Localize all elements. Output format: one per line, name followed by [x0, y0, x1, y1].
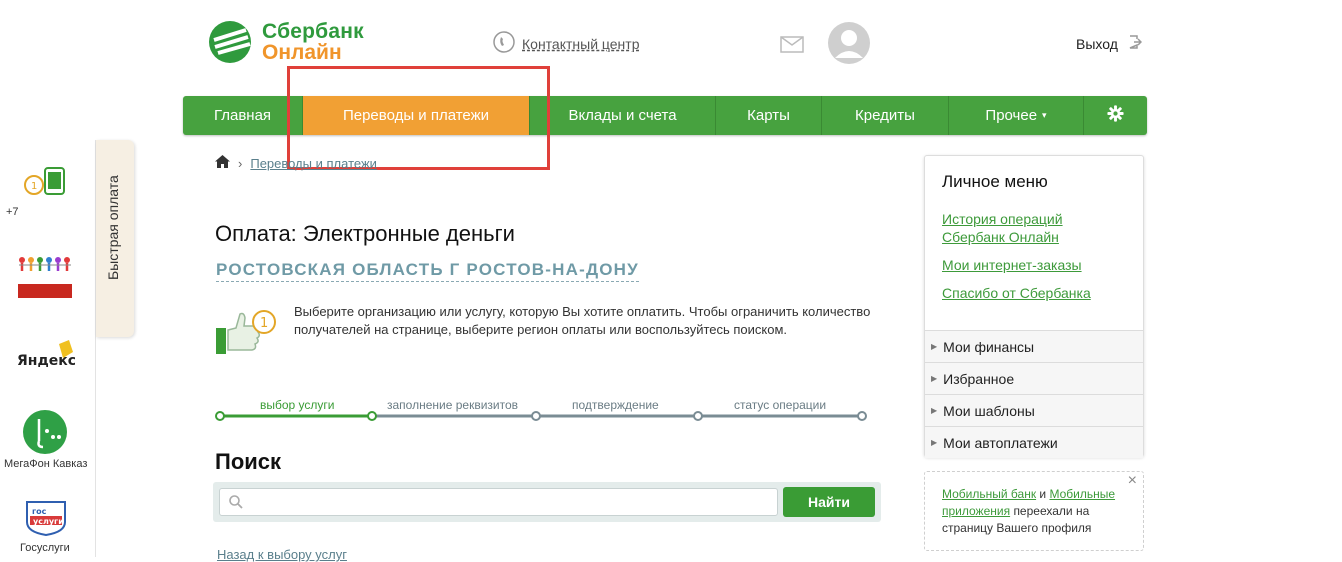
nav-other[interactable]: Прочее ▾	[949, 96, 1084, 135]
personal-menu: Личное меню История операций Сбербанк Он…	[924, 155, 1144, 458]
menu-section-label: Избранное	[943, 370, 1015, 387]
svg-text:гос: гос	[32, 507, 47, 516]
progress-steps: выбор услуги заполнение реквизитов подтв…	[215, 395, 870, 425]
mail-icon[interactable]	[780, 36, 804, 58]
mobile-bank-link[interactable]: Мобильный банк	[942, 487, 1036, 501]
thumbs-up-icon: 1	[214, 306, 278, 361]
internet-orders-link[interactable]: Мои интернет-заказы	[942, 256, 1082, 274]
breadcrumb-separator-icon: ›	[238, 155, 243, 171]
svg-text:1: 1	[31, 181, 37, 192]
avatar[interactable]	[828, 22, 870, 69]
logout-link[interactable]: Выход	[1076, 35, 1142, 52]
sberbank-logo-icon[interactable]	[208, 20, 254, 69]
region-selector[interactable]: РОСТОВСКАЯ ОБЛАСТЬ Г РОСТОВ-НА-ДОНУ	[216, 260, 639, 282]
gear-icon	[1107, 105, 1124, 126]
menu-section-templates[interactable]: ▶ Мои шаблоны	[925, 394, 1143, 426]
svg-text:услуги: услуги	[33, 517, 64, 526]
triangle-right-icon: ▶	[931, 342, 938, 351]
nav-cards[interactable]: Карты	[716, 96, 822, 135]
yandex-icon[interactable]: Яндекс	[17, 338, 76, 377]
step-label: подтверждение	[572, 398, 659, 412]
quick-pay-item-label: +7	[6, 206, 19, 218]
quick-pay-tab-label: Быстрая оплата	[105, 175, 121, 280]
nav-home[interactable]: Главная	[183, 96, 303, 135]
nav-cards-label: Карты	[747, 107, 790, 124]
menu-section-label: Мои автоплатежи	[943, 434, 1058, 451]
logout-label: Выход	[1076, 35, 1118, 52]
phone-icon[interactable]: 1	[22, 166, 66, 201]
triangle-right-icon: ▶	[931, 374, 938, 383]
search-icon	[229, 495, 243, 514]
nav-deposits-accounts[interactable]: Вклады и счета	[530, 96, 716, 135]
spasibo-link[interactable]: Спасибо от Сбербанка	[942, 284, 1091, 302]
breadcrumb-transfers-link[interactable]: Переводы и платежи	[250, 156, 377, 171]
svg-text:1: 1	[260, 316, 268, 331]
back-to-services-link[interactable]: Назад к выбору услуг	[217, 547, 347, 562]
nav-other-label: Прочее	[985, 107, 1038, 124]
breadcrumb: › Переводы и платежи	[215, 155, 377, 171]
search-heading: Поиск	[215, 449, 282, 474]
contact-center-label: Контактный центр	[522, 35, 640, 52]
quick-pay-item-label: МегаФон Кавказ	[4, 458, 88, 470]
step-label: статус операции	[734, 398, 827, 412]
close-icon[interactable]: ×	[1128, 472, 1137, 489]
page-title: Оплата: Электронные деньги	[215, 221, 515, 246]
search-bar: Найти	[213, 482, 881, 522]
search-button[interactable]: Найти	[783, 487, 875, 517]
menu-section-label: Мои финансы	[943, 338, 1035, 355]
personal-menu-title: Личное меню	[942, 172, 1048, 191]
chevron-down-icon: ▾	[1042, 110, 1047, 120]
search-input[interactable]	[219, 488, 778, 516]
mobile-bank-notice: Мобильный банк и Мобильные приложения пе…	[924, 471, 1144, 551]
step-label: заполнение реквизитов	[387, 398, 519, 412]
nav-credits[interactable]: Кредиты	[822, 96, 949, 135]
nav-deposits-label: Вклады и счета	[568, 107, 677, 124]
nav-credits-label: Кредиты	[855, 107, 915, 124]
menu-section-finances[interactable]: ▶ Мои финансы	[925, 330, 1143, 362]
quick-pay-tab[interactable]: Быстрая оплата	[96, 140, 134, 337]
menu-section-label: Мои шаблоны	[943, 402, 1035, 419]
phone-icon	[493, 31, 515, 56]
triangle-right-icon: ▶	[931, 438, 938, 447]
nav-home-label: Главная	[213, 107, 272, 124]
contact-center-link[interactable]: Контактный центр	[493, 31, 640, 56]
menu-section-autopayments[interactable]: ▶ Мои автоплатежи	[925, 426, 1143, 458]
gosuslugi-icon[interactable]: гос услуги	[23, 498, 69, 541]
notice-conjunction: и	[1039, 487, 1047, 501]
intro-text: Выберите организацию или услугу, которую…	[294, 304, 871, 337]
step-label: выбор услуги	[260, 398, 335, 412]
megafon-icon[interactable]	[17, 409, 73, 460]
menu-section-favorites[interactable]: ▶ Избранное	[925, 362, 1143, 394]
charity-icon[interactable]	[17, 254, 73, 305]
logo-subtext: Онлайн	[262, 41, 342, 64]
operations-history-link[interactable]: История операций Сбербанк Онлайн	[942, 210, 1092, 246]
home-icon[interactable]	[215, 155, 230, 171]
quick-pay-item-label: Госуслуги	[20, 542, 70, 554]
triangle-right-icon: ▶	[931, 406, 938, 415]
logout-icon	[1128, 35, 1142, 52]
nav-settings[interactable]	[1084, 96, 1147, 135]
